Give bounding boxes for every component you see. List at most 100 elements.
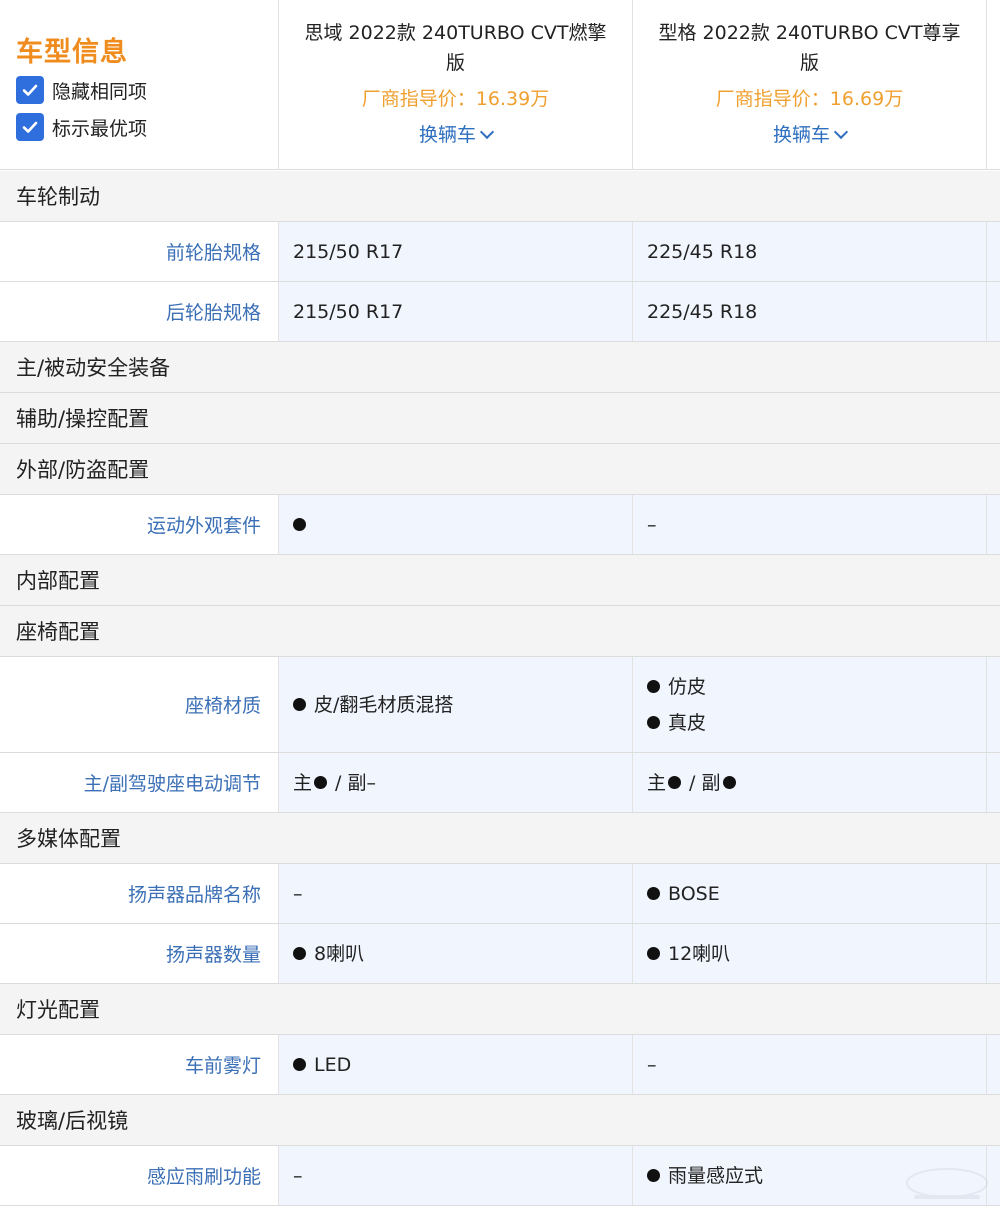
chevron-down-icon <box>479 124 495 140</box>
driver-label: 主 <box>293 771 313 794</box>
section-header: 灯光配置 <box>0 984 1000 1035</box>
spec-cell: BOSE <box>633 864 987 923</box>
row-label[interactable]: 座椅材质 <box>0 657 279 752</box>
table-row: 感应雨刷功能 – 雨量感应式 <box>0 1146 1000 1206</box>
table-row: 扬声器数量 8喇叭 12喇叭 <box>0 924 1000 984</box>
spec-cell: 主 / 副 <box>633 753 987 812</box>
hide-same-label: 隐藏相同项 <box>52 80 148 103</box>
section-header: 主/被动安全装备 <box>0 342 1000 393</box>
switch-car-label: 换辆车 <box>772 124 830 146</box>
watermark-logo-icon <box>906 1168 988 1199</box>
section-header: 玻璃/后视镜 <box>0 1095 1000 1146</box>
spec-cell-partial <box>987 657 1000 752</box>
table-row: 扬声器品牌名称 – BOSE <box>0 864 1000 924</box>
car-column-1: 思域 2022款 240TURBO CVT燃擎版 厂商指导价：16.39万 换辆… <box>279 0 633 170</box>
standard-dot-icon <box>293 947 306 960</box>
mark-best-label: 标示最优项 <box>52 117 148 140</box>
spec-cell-partial <box>987 495 1000 554</box>
standard-dot-icon <box>647 947 660 960</box>
car-price: 厂商指导价：16.69万 <box>715 88 904 110</box>
section-header: 车轮制动 <box>0 171 1000 222</box>
header-left-panel: 车型信息 隐藏相同项 标示最优项 <box>0 0 279 170</box>
spec-value: 8喇叭 <box>314 942 365 965</box>
spec-cell: 215/50 R17 <box>279 222 633 281</box>
spec-value: – <box>293 882 303 905</box>
spec-cell: 225/45 R18 <box>633 222 987 281</box>
row-label[interactable]: 运动外观套件 <box>0 495 279 554</box>
spec-cell-partial <box>987 282 1000 341</box>
spec-value: – <box>647 1053 657 1076</box>
standard-dot-icon <box>647 680 660 693</box>
spec-value: 215/50 R17 <box>293 300 404 323</box>
table-row: 前轮胎规格 215/50 R17 225/45 R18 <box>0 222 1000 282</box>
spec-value: 225/45 R18 <box>647 300 758 323</box>
spec-value: 仿皮 <box>668 675 707 698</box>
spec-cell-partial <box>987 222 1000 281</box>
separator: / <box>329 771 348 794</box>
spec-cell: 主 / 副 – <box>279 753 633 812</box>
spec-cell-partial <box>987 1035 1000 1094</box>
spec-value: 皮/翻毛材质混搭 <box>314 693 454 716</box>
section-header: 座椅配置 <box>0 606 1000 657</box>
spec-table: 车轮制动 前轮胎规格 215/50 R17 225/45 R18 后轮胎规格 2… <box>0 171 1000 1206</box>
spec-cell: 12喇叭 <box>633 924 987 983</box>
spec-value: 12喇叭 <box>668 942 731 965</box>
row-label[interactable]: 后轮胎规格 <box>0 282 279 341</box>
spec-cell-partial <box>987 753 1000 812</box>
none-dash: – <box>366 771 377 794</box>
passenger-label: 副 <box>701 771 721 794</box>
separator: / <box>683 771 702 794</box>
spec-cell: – <box>279 864 633 923</box>
row-label[interactable]: 感应雨刷功能 <box>0 1146 279 1205</box>
row-label[interactable]: 前轮胎规格 <box>0 222 279 281</box>
spec-cell: LED <box>279 1035 633 1094</box>
section-header: 辅助/操控配置 <box>0 393 1000 444</box>
spec-cell: – <box>633 1035 987 1094</box>
section-header: 多媒体配置 <box>0 813 1000 864</box>
table-row: 车前雾灯 LED – <box>0 1035 1000 1095</box>
row-label[interactable]: 主/副驾驶座电动调节 <box>0 753 279 812</box>
spec-cell-partial <box>987 924 1000 983</box>
car-column-3-partial <box>987 0 1000 170</box>
standard-dot-icon <box>293 698 306 711</box>
passenger-label: 副 <box>347 771 367 794</box>
checkbox-checked-icon[interactable] <box>16 76 44 104</box>
mark-best-option[interactable]: 标示最优项 <box>16 113 147 141</box>
spec-cell: 215/50 R17 <box>279 282 633 341</box>
spec-cell-partial <box>987 864 1000 923</box>
switch-car-button[interactable]: 换辆车 <box>633 120 986 147</box>
spec-value: 雨量感应式 <box>668 1164 764 1187</box>
spec-value: – <box>647 513 657 536</box>
hide-same-option[interactable]: 隐藏相同项 <box>16 76 147 104</box>
spec-cell: 皮/翻毛材质混搭 <box>279 657 633 752</box>
section-header: 内部配置 <box>0 555 1000 606</box>
spec-value: – <box>293 1164 303 1187</box>
spec-cell: – <box>633 495 987 554</box>
row-label[interactable]: 车前雾灯 <box>0 1035 279 1094</box>
car-column-2: 型格 2022款 240TURBO CVT尊享版 厂商指导价：16.69万 换辆… <box>633 0 987 170</box>
spec-cell: 8喇叭 <box>279 924 633 983</box>
spec-value: LED <box>314 1053 352 1076</box>
chevron-down-icon <box>833 124 849 140</box>
row-label[interactable]: 扬声器品牌名称 <box>0 864 279 923</box>
standard-dot-icon <box>314 776 328 789</box>
row-label[interactable]: 扬声器数量 <box>0 924 279 983</box>
spec-value: 真皮 <box>668 711 707 734</box>
switch-car-label: 换辆车 <box>418 124 476 146</box>
page-title: 车型信息 <box>16 37 128 68</box>
checkbox-checked-icon[interactable] <box>16 113 44 141</box>
table-row: 座椅材质 皮/翻毛材质混搭 仿皮 真皮 <box>0 657 1000 753</box>
car-name: 型格 2022款 240TURBO CVT尊享版 <box>658 22 961 74</box>
table-row: 主/副驾驶座电动调节 主 / 副 – 主 / 副 <box>0 753 1000 813</box>
driver-label: 主 <box>647 771 667 794</box>
table-row: 后轮胎规格 215/50 R17 225/45 R18 <box>0 282 1000 342</box>
spec-value: 225/45 R18 <box>647 240 758 263</box>
car-price: 厂商指导价：16.39万 <box>361 88 550 110</box>
spec-value: 215/50 R17 <box>293 240 404 263</box>
compare-header: 车型信息 隐藏相同项 标示最优项 思域 2022款 240TURBO CVT燃擎… <box>0 0 1000 170</box>
switch-car-button[interactable]: 换辆车 <box>279 120 632 147</box>
standard-dot-icon <box>647 1169 660 1182</box>
standard-dot-icon <box>293 518 306 531</box>
standard-dot-icon <box>668 776 682 789</box>
table-row: 运动外观套件 – <box>0 495 1000 555</box>
